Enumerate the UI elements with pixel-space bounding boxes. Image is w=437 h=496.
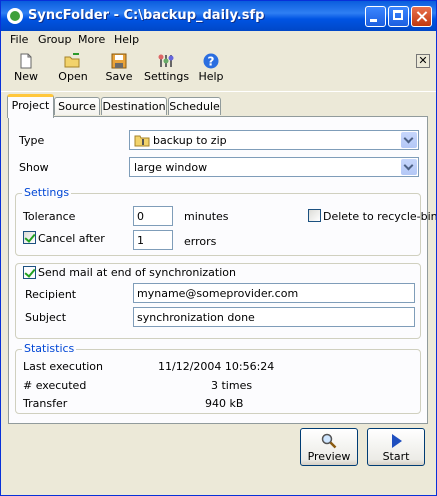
send-mail-checkbox[interactable] — [23, 266, 36, 279]
svg-text:?: ? — [208, 55, 215, 69]
settings-group-title: Settings — [22, 186, 72, 199]
show-value: large window — [134, 161, 208, 174]
executed-value: 3 times — [211, 379, 253, 392]
minimize-button[interactable] — [365, 6, 386, 27]
subject-input[interactable]: synchronization done — [133, 307, 415, 327]
statistics-group: Statistics Last execution 11/12/2004 10:… — [15, 342, 421, 414]
tab-destination[interactable]: Destination — [101, 97, 167, 115]
help-icon: ? — [203, 53, 219, 69]
tools-icon — [158, 54, 174, 67]
preview-label: Preview — [307, 450, 351, 463]
start-button[interactable]: Start — [367, 428, 425, 466]
help-button[interactable]: ? Help — [197, 53, 225, 83]
type-select[interactable]: backup to zip — [129, 130, 419, 150]
window-title: SyncFolder - C:\backup_daily.sfp — [28, 8, 265, 23]
recipient-label: Recipient — [25, 288, 77, 301]
start-label: Start — [382, 450, 410, 463]
menu-group[interactable]: Group — [38, 33, 72, 46]
cancel-after-label: Cancel after — [38, 232, 105, 245]
send-mail-label: Send mail at end of synchronization — [38, 266, 238, 279]
menu-more[interactable]: More — [78, 33, 105, 46]
new-file-icon — [20, 53, 32, 69]
type-value: backup to zip — [153, 134, 227, 147]
save-button[interactable]: Save — [104, 53, 134, 83]
chevron-down-icon[interactable] — [401, 159, 417, 175]
subject-label: Subject — [25, 311, 67, 324]
zip-folder-icon — [134, 135, 150, 147]
new-label: New — [14, 70, 38, 83]
cancel-after-unit: errors — [184, 235, 217, 248]
tab-project[interactable]: Project — [7, 94, 54, 118]
tolerance-input[interactable]: 0 — [133, 206, 173, 226]
new-button[interactable]: New — [11, 53, 41, 83]
play-arrow-icon — [392, 434, 402, 448]
recipient-input[interactable]: myname@someprovider.com — [133, 283, 415, 303]
save-label: Save — [105, 70, 133, 83]
tab-source[interactable]: Source — [54, 97, 100, 115]
settings-label: Settings — [144, 70, 190, 83]
chevron-down-icon[interactable] — [401, 132, 417, 148]
syncfolder-window: SyncFolder - C:\backup_daily.sfp File Gr… — [0, 0, 437, 496]
help-label: Help — [198, 70, 224, 83]
tolerance-label: Tolerance — [23, 210, 76, 223]
delete-recycle-label: Delete to recycle-bin — [323, 210, 437, 223]
cancel-after-checkbox[interactable] — [23, 231, 36, 244]
title-bar[interactable]: SyncFolder - C:\backup_daily.sfp — [1, 1, 436, 31]
settings-group: Settings Tolerance 0 minutes Delete to r… — [15, 186, 436, 256]
mail-group: Send mail at end of synchronization Reci… — [15, 263, 421, 339]
preview-button[interactable]: Preview — [300, 428, 358, 466]
statistics-group-title: Statistics — [22, 342, 77, 355]
tab-schedule[interactable]: Schedule — [168, 97, 221, 115]
menu-file[interactable]: File — [10, 33, 28, 46]
open-button[interactable]: Open — [56, 53, 90, 83]
menu-help[interactable]: Help — [114, 33, 139, 46]
close-project-icon[interactable]: ✕ — [416, 54, 430, 68]
project-panel: Type backup to zip Show large window Set… — [8, 116, 436, 424]
last-execution-value: 11/12/2004 10:56:24 — [158, 360, 275, 373]
last-execution-label: Last execution — [23, 360, 104, 373]
show-label: Show — [19, 161, 49, 174]
tolerance-unit: minutes — [184, 210, 229, 223]
settings-button[interactable]: Settings — [144, 53, 190, 83]
show-select[interactable]: large window — [129, 157, 419, 177]
cancel-after-input[interactable]: 1 — [133, 230, 173, 250]
delete-recycle-checkbox[interactable] — [308, 209, 321, 222]
app-icon — [7, 8, 23, 24]
type-label: Type — [19, 134, 45, 147]
menu-bar: File Group More Help — [1, 31, 436, 49]
open-folder-icon — [64, 53, 80, 68]
close-window-button[interactable] — [411, 6, 432, 27]
executed-label: # executed — [23, 379, 87, 392]
magnifier-icon — [321, 433, 337, 449]
transfer-value: 940 kB — [205, 397, 244, 410]
toolbar: New Open Save Settings ? Help ✕ — [1, 49, 436, 92]
maximize-button[interactable] — [388, 6, 409, 27]
open-label: Open — [58, 70, 88, 83]
save-disk-icon — [111, 53, 127, 69]
transfer-label: Transfer — [23, 397, 68, 410]
